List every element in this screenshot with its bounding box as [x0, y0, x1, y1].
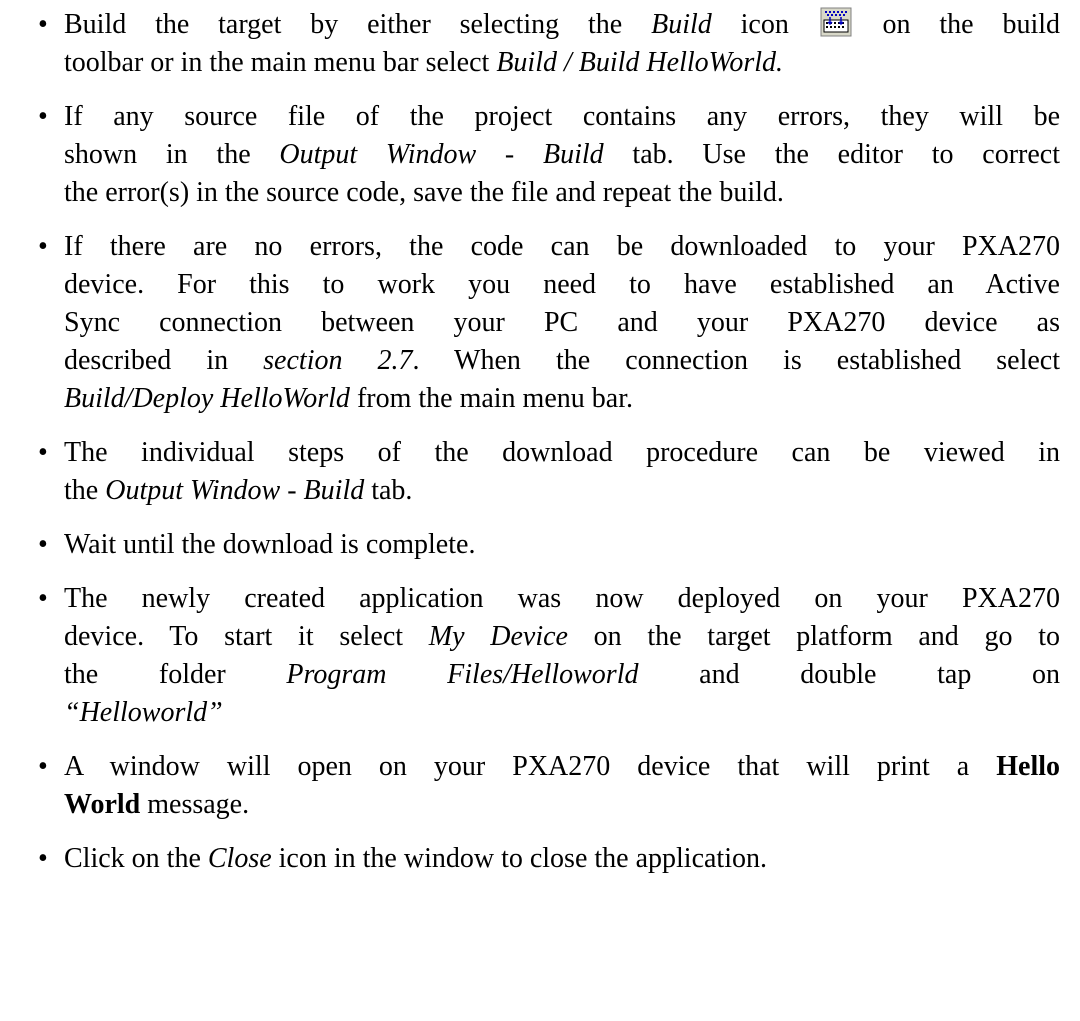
bullet: •: [38, 101, 48, 132]
list-item: • The individual steps of the download p…: [38, 434, 1060, 510]
bullet: •: [38, 437, 48, 468]
list-item: • A window will open on your PXA270 devi…: [38, 748, 1060, 824]
list-item: • Build the target by either selecting t…: [38, 6, 1060, 82]
bullet: •: [38, 583, 48, 614]
bullet: •: [38, 843, 48, 874]
list-item: • Click on the Close icon in the window …: [38, 840, 1060, 878]
bullet: •: [38, 231, 48, 262]
bullet: •: [38, 529, 48, 560]
bullet: •: [38, 9, 48, 40]
instruction-list: • Build the target by either selecting t…: [38, 6, 1060, 878]
list-item: • If any source file of the project cont…: [38, 98, 1060, 212]
list-item: • Wait until the download is complete.: [38, 526, 1060, 564]
list-item: • The newly created application was now …: [38, 580, 1060, 732]
bullet: •: [38, 751, 48, 782]
build-icon: [820, 7, 852, 37]
list-item: • If there are no errors, the code can b…: [38, 228, 1060, 418]
document-page: • Build the target by either selecting t…: [38, 6, 1060, 894]
